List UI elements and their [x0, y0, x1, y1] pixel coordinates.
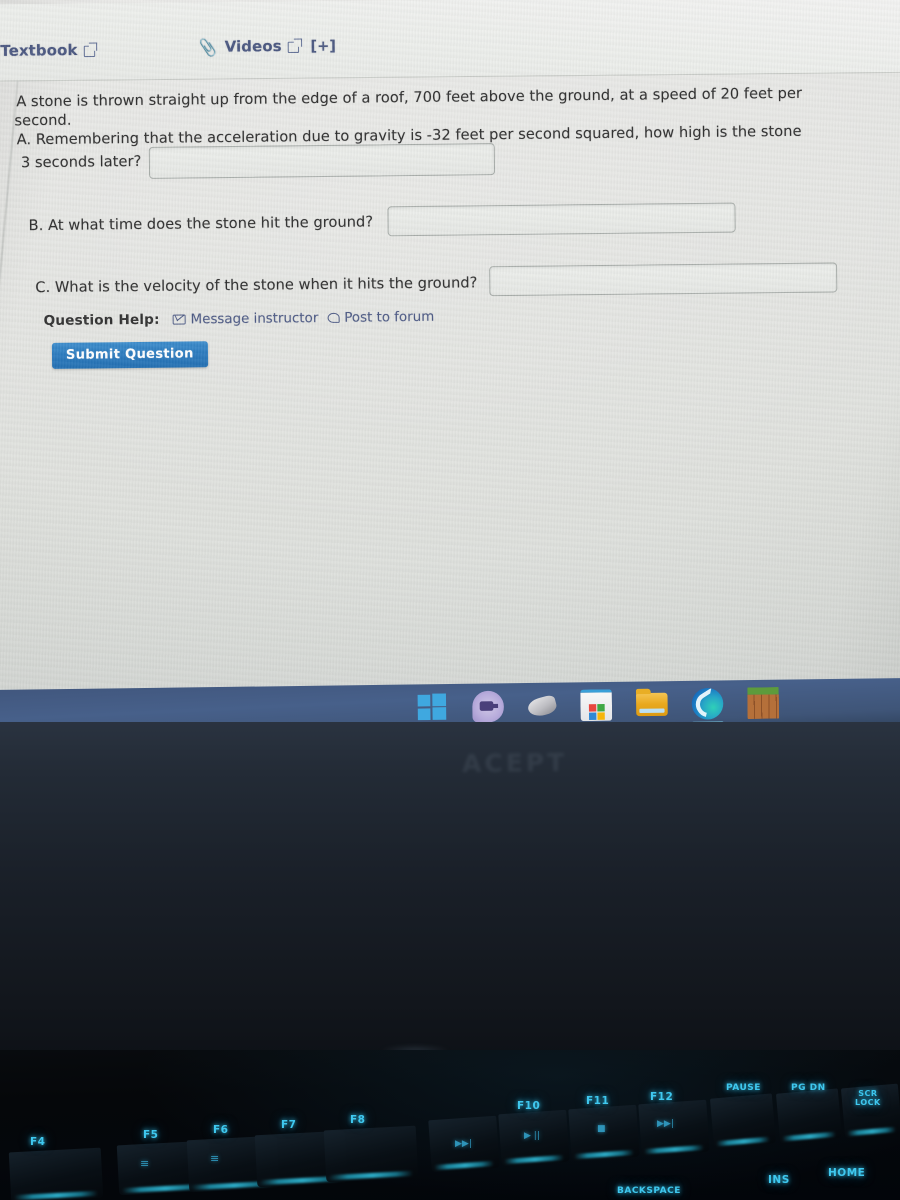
key-label-home: HOME: [828, 1167, 866, 1179]
post-to-forum-link[interactable]: Post to forum: [327, 309, 434, 325]
stop-icon: ■: [597, 1124, 606, 1134]
taskbar-icon-group: [416, 687, 780, 725]
brightness-icon-2: ≡: [210, 1152, 220, 1165]
post-to-forum-label: Post to forum: [344, 309, 435, 326]
teams-icon[interactable]: [472, 690, 505, 723]
key-label-scroll-lock: SCR LOCK: [855, 1089, 881, 1107]
monitor-screen-photo: Textbook 📎 Videos [+] A stone is thrown …: [0, 0, 900, 700]
backlit-keyboard: F4 F5 F6 F7 F8 F10 F11 F12 PAUSE PG DN INS HOME BACK…: [0, 1050, 900, 1200]
brightness-icon-1: ≡: [140, 1157, 150, 1170]
submit-question-button[interactable]: Submit Question: [51, 341, 208, 369]
speech-bubble-icon: [327, 312, 340, 324]
key-label-f4: F4: [30, 1136, 46, 1148]
key-label-ins: INS: [768, 1174, 790, 1186]
next-track-icon: ▶▶|: [455, 1139, 472, 1149]
microsoft-store-icon[interactable]: [580, 689, 613, 722]
part-a-prompt-line-2: 3 seconds later?: [20, 152, 142, 172]
play-pause-icon: ▶ ||: [524, 1131, 540, 1141]
key-label-pg-dn: PG DN: [791, 1083, 826, 1093]
textbook-link[interactable]: Textbook: [0, 42, 96, 60]
key-label-f7: F7: [281, 1119, 297, 1131]
key-label-f11: F11: [586, 1095, 610, 1107]
file-explorer-icon[interactable]: [635, 692, 668, 717]
part-b-answer-input[interactable]: [387, 202, 736, 237]
monitor-brand-reflection: ACEPT: [461, 747, 568, 779]
videos-link[interactable]: 📎 Videos [+]: [196, 37, 336, 59]
key-label-backspace: BACKSPACE: [617, 1186, 681, 1196]
paperclip-icon: 📎: [196, 37, 219, 59]
resource-links-bar: Textbook 📎 Videos [+]: [0, 0, 900, 82]
message-instructor-label: Message instructor: [190, 310, 319, 327]
part-c-prompt: C. What is the velocity of the stone whe…: [35, 274, 478, 297]
monitor-bezel-and-desk: [0, 722, 900, 1082]
expand-toggle[interactable]: [+]: [310, 38, 336, 55]
key-label-pause: PAUSE: [726, 1083, 761, 1093]
mouse-settings-icon[interactable]: [526, 694, 559, 719]
question-stem-line-2: second.: [14, 111, 72, 130]
envelope-icon: [172, 314, 186, 325]
part-b-prompt: B. At what time does the stone hit the g…: [28, 213, 374, 235]
minecraft-icon[interactable]: [747, 687, 780, 719]
key-label-f12: F12: [650, 1091, 674, 1103]
key-label-f8: F8: [350, 1114, 366, 1126]
external-link-icon: [83, 45, 96, 57]
key-label-f5: F5: [143, 1129, 159, 1141]
key-label-f6: F6: [213, 1124, 229, 1136]
question-help-row: Question Help: Message instructor Post t…: [44, 309, 435, 329]
textbook-link-label: Textbook: [0, 42, 78, 60]
part-a-answer-input[interactable]: [148, 143, 496, 179]
question-help-label: Question Help:: [43, 311, 160, 330]
message-instructor-link[interactable]: Message instructor: [172, 310, 319, 328]
question-stem-line-1: A stone is thrown straight up from the e…: [16, 84, 803, 111]
external-link-icon: [287, 41, 300, 53]
question-content: A stone is thrown straight up from the e…: [0, 70, 900, 700]
videos-link-label: Videos: [224, 38, 282, 56]
skip-icon: ▶▶|: [657, 1119, 674, 1129]
key-label-f10: F10: [517, 1100, 541, 1112]
part-c-answer-input[interactable]: [489, 262, 838, 297]
microsoft-edge-icon[interactable]: [691, 687, 724, 725]
windows-start-icon[interactable]: [416, 691, 449, 724]
